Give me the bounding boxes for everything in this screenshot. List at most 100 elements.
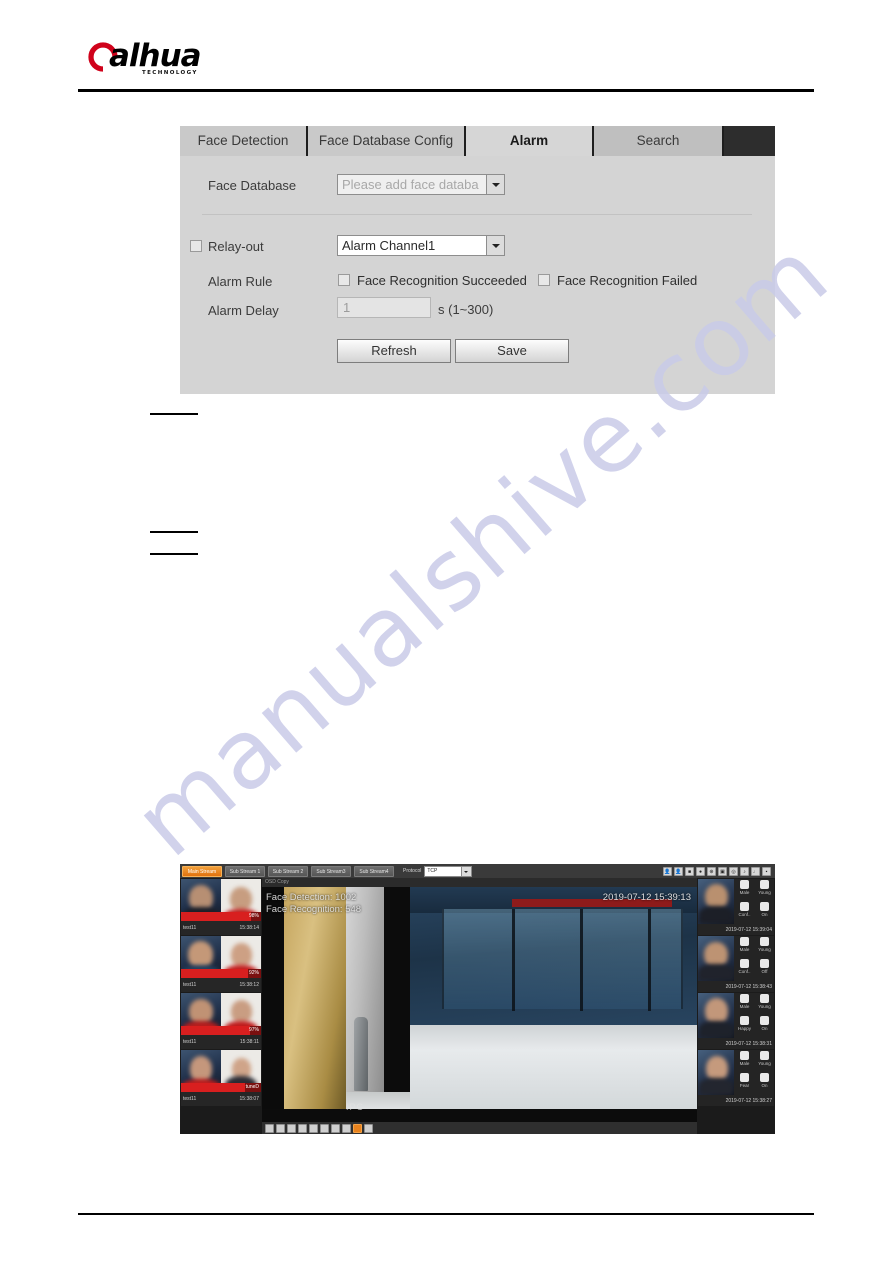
tab-alarm[interactable]: Alarm xyxy=(466,126,594,156)
similarity-fill xyxy=(181,969,249,978)
alarm-delay-row: Alarm Delay 1 s (1~300) xyxy=(180,297,775,325)
settings-icon[interactable] xyxy=(364,1123,373,1133)
face-card-name: test11 xyxy=(183,925,197,931)
ptz-icon[interactable]: ▣ xyxy=(718,866,727,876)
person-remove-icon[interactable]: 👤 xyxy=(674,866,683,876)
similarity-value: tuneD xyxy=(245,1084,259,1090)
window-icon[interactable] xyxy=(309,1123,318,1133)
dahua-logo-tagline: TECHNOLOGY xyxy=(142,70,198,76)
dahua-logo: alhua TECHNOLOGY xyxy=(88,38,208,82)
face-match-card[interactable]: 92% test11 15:38:12 xyxy=(181,936,261,992)
attribute-glasses: On xyxy=(761,1083,768,1088)
attribute-face-thumb xyxy=(698,1050,734,1095)
stream-button-main[interactable]: Main Stream xyxy=(182,865,222,877)
attribute-expression: Conf.. xyxy=(738,912,751,917)
tab-face-database-config[interactable]: Face Database Config xyxy=(308,126,466,156)
attribute-glasses: Off xyxy=(761,969,768,974)
glasses-icon xyxy=(760,1073,769,1082)
person-add-icon[interactable]: 👤 xyxy=(663,866,672,876)
osd-top-bar: OSD Copy xyxy=(262,878,697,887)
video-stage[interactable]: OSD Copy Face Detection: 1002 Face Recog… xyxy=(262,878,697,1134)
relay-out-channel-select[interactable]: Alarm Channel1 xyxy=(337,235,505,256)
stream-button-sub3[interactable]: Sub Stream3 xyxy=(311,865,351,877)
attribute-age: Young xyxy=(758,890,771,895)
face-card-name: test11 xyxy=(183,982,197,988)
age-icon xyxy=(760,994,769,1003)
tab-bar-filler xyxy=(724,126,775,156)
target-icon[interactable]: ◎ xyxy=(729,866,738,876)
attribute-glasses: On xyxy=(761,912,768,917)
alarm-rule-label: Alarm Rule xyxy=(208,274,273,289)
attribute-timestamp: 2019-07-12 15:39:04 xyxy=(725,927,772,933)
capture-icon[interactable] xyxy=(276,1123,285,1133)
zoom-icon[interactable]: ⊕ xyxy=(707,866,716,876)
redaction-line xyxy=(150,531,198,533)
face-match-card[interactable]: 97% test11 15:38:11 xyxy=(181,993,261,1049)
age-icon xyxy=(760,880,769,889)
face-card-footer: test11 15:38:07 xyxy=(181,1093,261,1106)
video-scene xyxy=(262,887,697,1109)
save-button[interactable]: Save xyxy=(455,339,569,363)
stream-button-sub4[interactable]: Sub Stream4 xyxy=(354,865,394,877)
stream-button-sub2[interactable]: Sub Stream 2 xyxy=(268,865,308,877)
osd-channel-tag: IPC xyxy=(346,1102,365,1112)
smart-icon[interactable] xyxy=(342,1123,351,1133)
attribute-age: Young xyxy=(758,947,771,952)
record-icon[interactable] xyxy=(287,1123,296,1133)
person-icon xyxy=(740,1051,749,1060)
face-card-name: test11 xyxy=(183,1039,197,1045)
split-icon[interactable] xyxy=(320,1123,329,1133)
attribute-timestamp: 2019-07-12 15:38:31 xyxy=(725,1041,772,1047)
rule-icon[interactable] xyxy=(331,1123,340,1133)
face-attribute-card[interactable]: Male Young Happy On 2019-07-12 15:38:31 xyxy=(698,993,774,1049)
mute-icon[interactable]: ♩ xyxy=(751,866,760,876)
tab-face-detection[interactable]: Face Detection xyxy=(180,126,308,156)
face-database-row: Face Database Please add face databa xyxy=(180,174,775,202)
face-database-select[interactable]: Please add face databa xyxy=(337,174,505,195)
stream-button-sub1[interactable]: Sub Stream 1 xyxy=(225,865,265,877)
face-card-footer: test11 15:38:12 xyxy=(181,979,261,992)
similarity-bar: 92% xyxy=(181,969,261,978)
attribute-expression: Fear xyxy=(739,1083,750,1088)
alarm-rule-succeeded-label: Face Recognition Succeeded xyxy=(357,273,527,288)
alarm-rule-failed-checkbox[interactable] xyxy=(538,274,550,286)
attribute-gender: Male xyxy=(739,1061,750,1066)
face-attribute-card[interactable]: Male Young Conf.. Off 2019-07-12 15:38:4… xyxy=(698,936,774,992)
attribute-face-thumb xyxy=(698,879,734,924)
header-divider xyxy=(78,89,814,92)
redaction-line xyxy=(150,553,198,555)
face-match-card[interactable]: tuneD test11 15:38:07 xyxy=(181,1050,261,1106)
face-attribute-card[interactable]: Male Young Conf.. On 2019-07-12 15:39:04 xyxy=(698,879,774,935)
relay-out-checkbox[interactable] xyxy=(190,240,202,252)
attribute-face-thumb xyxy=(698,936,734,981)
face-card-time: 15:38:12 xyxy=(239,982,259,988)
alarm-config-screenshot: Face Detection Face Database Config Alar… xyxy=(180,126,775,394)
tab-bar: Face Detection Face Database Config Alar… xyxy=(180,126,775,156)
similarity-value: 97% xyxy=(248,1027,259,1033)
attribute-timestamp: 2019-07-12 15:38:27 xyxy=(725,1098,772,1104)
alarm-delay-input[interactable]: 1 xyxy=(337,297,431,318)
redaction-line xyxy=(150,413,198,415)
face-card-time: 15:38:07 xyxy=(239,1096,259,1102)
face-icon[interactable] xyxy=(353,1123,362,1133)
record-icon[interactable]: ● xyxy=(696,866,705,876)
attribute-timestamp: 2019-07-12 15:38:43 xyxy=(725,984,772,990)
refresh-button[interactable]: Refresh xyxy=(337,339,451,363)
protocol-select[interactable]: TCP xyxy=(424,865,473,877)
face-card-name: test11 xyxy=(183,1096,197,1102)
attribute-glasses: On xyxy=(761,1026,768,1031)
attribute-face-thumb xyxy=(698,993,734,1038)
play-icon[interactable] xyxy=(265,1123,274,1133)
glasses-icon xyxy=(760,902,769,911)
face-attribute-card[interactable]: Male Young Fear On 2019-07-12 15:38:27 xyxy=(698,1050,774,1106)
alarm-rule-succeeded-checkbox[interactable] xyxy=(338,274,350,286)
emotion-face-icon xyxy=(740,1073,749,1082)
age-icon xyxy=(760,1051,769,1060)
fullscreen-icon[interactable] xyxy=(298,1123,307,1133)
talk-icon[interactable]: ▪ xyxy=(762,866,771,876)
snapshot-icon[interactable]: ■ xyxy=(685,866,694,876)
tab-search[interactable]: Search xyxy=(594,126,724,156)
face-match-card[interactable]: 98% test11 15:38:14 xyxy=(181,879,261,935)
osd-timestamp: 2019-07-12 15:39:13 xyxy=(602,892,691,903)
audio-icon[interactable]: ♪ xyxy=(740,866,749,876)
